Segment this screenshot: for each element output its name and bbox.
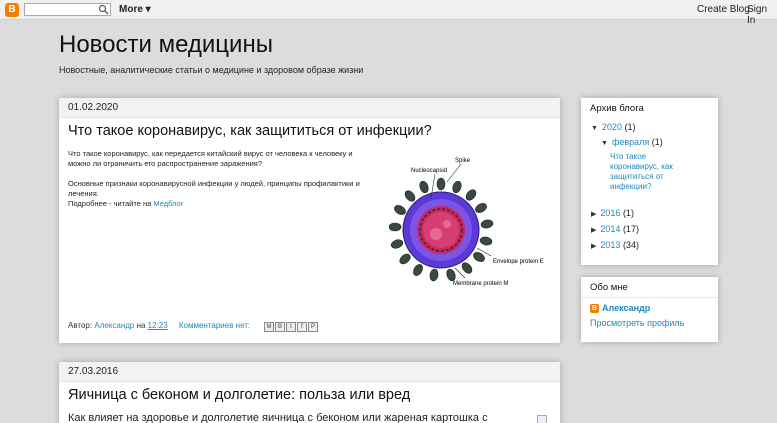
expand-toggle-icon[interactable]: ▶	[591, 211, 596, 218]
archive-count: (1)	[622, 208, 634, 218]
archive-title: Архив блога	[590, 103, 644, 114]
post-title[interactable]: Что такое коронавирус, как защититься от…	[68, 123, 432, 139]
blogger-logo-icon[interactable]: B	[5, 3, 19, 17]
post-snippet: Как влияет на здоровье и долголетие яичн…	[68, 412, 488, 423]
spike-label: Spike	[455, 158, 471, 164]
post-paragraph: Основные признаки коронавирусной инфекци…	[68, 179, 368, 209]
search-input[interactable]	[24, 3, 111, 16]
blog-description: Новостные, аналитические статьи о медици…	[59, 65, 364, 75]
archive-year-2020[interactable]: ▼ 2020 (1)	[591, 122, 635, 132]
author-prefix: Автор:	[68, 321, 95, 330]
expand-toggle-icon[interactable]: ▶	[591, 243, 596, 250]
post-card: 27.03.2016 Яичница с беконом и долголети…	[59, 362, 560, 423]
blogger-navbar: B More ▾ Create Blog Sign In	[0, 0, 777, 26]
post-paragraph-text: Основные признаки коронавирусной инфекци…	[68, 179, 360, 198]
archive-post-link[interactable]: Что такое коронавирус, как защититься от…	[610, 152, 690, 192]
archive-count: (1)	[651, 137, 663, 147]
read-more-prefix: Подробнее - читайте на	[68, 199, 154, 208]
more-menu-button[interactable]: More ▾	[119, 4, 151, 15]
about-me-widget: Обо мне B Александр Просмотреть профиль	[581, 277, 718, 342]
pinterest-share-icon[interactable]: P	[308, 322, 318, 332]
post-title[interactable]: Яичница с беконом и долголетие: польза и…	[68, 387, 410, 403]
archive-count: (1)	[624, 122, 636, 132]
archive-count: (34)	[622, 240, 639, 250]
profile-name[interactable]: Александр	[602, 303, 650, 313]
post-body: Что такое коронавирус, как передается ки…	[68, 149, 368, 219]
archive-year-2016[interactable]: ▶ 2016 (1)	[591, 208, 634, 218]
post-date: 01.02.2020	[59, 98, 560, 118]
blogthis-share-icon[interactable]: B	[275, 322, 285, 332]
blogger-profile-icon: B	[590, 303, 599, 313]
post-footer: Автор: Александр на 12:23 Комментариев н…	[68, 321, 250, 330]
view-profile-link[interactable]: Просмотреть профиль	[590, 318, 684, 328]
blog-archive-widget: Архив блога ▼ 2020 (1) ▼ февраля (1) Что т…	[581, 98, 718, 265]
archive-month-february[interactable]: ▼ февраля (1)	[601, 137, 663, 147]
archive-year-link[interactable]: 2020	[602, 122, 622, 132]
membrane-protein-label: Membrane protein M	[453, 281, 508, 287]
collapse-toggle-icon[interactable]: ▼	[591, 125, 598, 132]
archive-year-link[interactable]: 2014	[600, 224, 620, 234]
archive-year-2014[interactable]: ▶ 2014 (17)	[591, 224, 639, 234]
email-share-icon[interactable]: M	[264, 322, 274, 332]
archive-year-link[interactable]: 2016	[600, 208, 620, 218]
divider	[581, 297, 718, 298]
facebook-share-icon[interactable]: f	[297, 322, 307, 332]
profile-name-link[interactable]: B Александр	[590, 303, 650, 313]
coronavirus-diagram-image: Spike Nucleocapsid Envelope protein E Me…	[389, 158, 544, 287]
twitter-share-icon[interactable]: t	[286, 322, 296, 332]
blog-title[interactable]: Новости медицины	[59, 31, 273, 59]
sign-in-link[interactable]: Sign In	[747, 4, 777, 26]
collapse-toggle-icon[interactable]: ▼	[601, 140, 608, 147]
nucleocapsid-label: Nucleocapsid	[411, 168, 447, 174]
expand-toggle-icon[interactable]: ▶	[591, 227, 596, 234]
comments-link[interactable]: Комментариев нет:	[179, 321, 250, 330]
archive-year-link[interactable]: 2013	[600, 240, 620, 250]
share-buttons: M B t f P	[264, 322, 319, 332]
author-link[interactable]: Александр	[94, 321, 134, 330]
archive-count: (17)	[622, 224, 639, 234]
broken-image-icon	[537, 415, 547, 423]
post-card: 01.02.2020 Что такое коронавирус, как за…	[59, 98, 560, 343]
create-blog-link[interactable]: Create Blog	[697, 4, 750, 15]
post-paragraph: Что такое коронавирус, как передается ки…	[68, 149, 353, 168]
post-date: 27.03.2016	[59, 362, 560, 382]
envelope-protein-label: Envelope protein E	[493, 259, 544, 265]
about-title: Обо мне	[590, 282, 628, 293]
at-text: на	[134, 321, 148, 330]
post-time-link[interactable]: 12:23	[148, 321, 168, 330]
search-icon[interactable]	[98, 4, 109, 15]
archive-month-link[interactable]: февраля	[612, 137, 649, 147]
medblog-link[interactable]: Медблог	[153, 199, 183, 208]
archive-year-2013[interactable]: ▶ 2013 (34)	[591, 240, 639, 250]
